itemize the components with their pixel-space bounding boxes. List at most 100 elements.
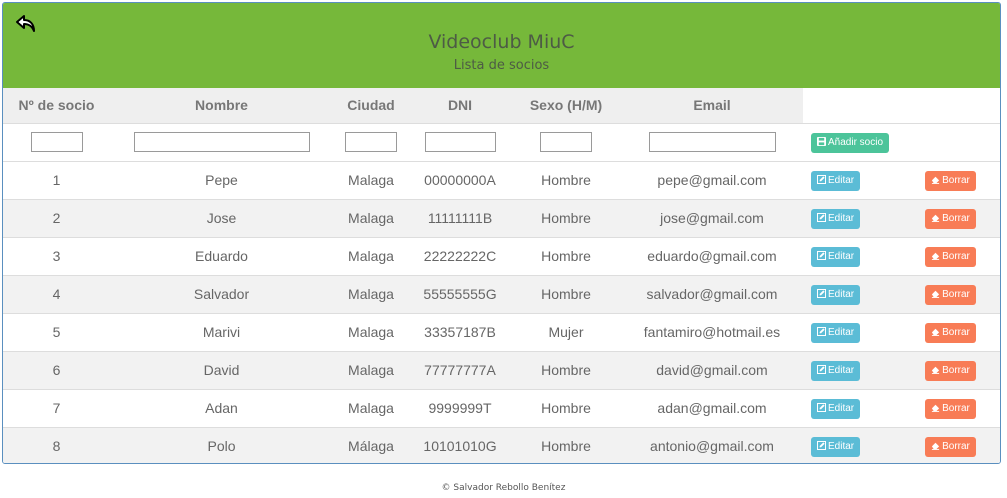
edit-label: Editar	[828, 440, 855, 452]
delete-button[interactable]: Borrar	[925, 246, 976, 267]
edit-label: Editar	[828, 212, 855, 224]
column-header-city: Ciudad	[333, 88, 409, 123]
edit-button[interactable]: Editar	[811, 208, 861, 229]
edit-label: Editar	[828, 250, 855, 262]
edit-label: Editar	[828, 174, 855, 186]
delete-label: Borrar	[942, 326, 970, 338]
cell-city: Malaga	[333, 160, 409, 199]
cell-sex: Hombre	[511, 350, 621, 389]
cell-sex: Hombre	[511, 160, 621, 199]
filter-sex-input[interactable]	[540, 132, 592, 152]
cell-sex: Mujer	[511, 312, 621, 351]
cell-dni: 00000000A	[409, 160, 511, 199]
edit-button[interactable]: Editar	[811, 360, 861, 381]
cell-email: david@gmail.com	[621, 350, 803, 389]
delete-label: Borrar	[942, 288, 970, 300]
cell-dni: 77777777A	[409, 350, 511, 389]
cell-name: Marivi	[110, 312, 333, 351]
cell-id: 5	[3, 312, 110, 351]
filter-row: Añadir socio	[3, 122, 1000, 161]
delete-button[interactable]: Borrar	[925, 170, 976, 191]
delete-button[interactable]: Borrar	[925, 360, 976, 381]
cell-email: jose@gmail.com	[621, 198, 803, 237]
delete-label: Borrar	[942, 402, 970, 414]
cell-name: Jose	[110, 198, 333, 237]
cell-sex: Hombre	[511, 388, 621, 427]
edit-icon	[817, 212, 826, 222]
cell-name: David	[110, 350, 333, 389]
edit-label: Editar	[828, 402, 855, 414]
eraser-icon	[931, 328, 940, 336]
cell-dni: 33357187B	[409, 312, 511, 351]
delete-button[interactable]: Borrar	[925, 398, 976, 419]
edit-button[interactable]: Editar	[811, 170, 861, 191]
cell-id: 4	[3, 274, 110, 313]
table-header-row: Nº de socio Nombre Ciudad DNI Sexo (H/M)…	[3, 88, 1000, 123]
edit-icon	[817, 288, 826, 298]
edit-button[interactable]: Editar	[811, 322, 861, 343]
cell-name: Salvador	[110, 274, 333, 313]
table-row: 3 Eduardo Malaga 22222222C Hombre eduardo@gma…	[3, 236, 1000, 275]
cell-sex: Hombre	[511, 198, 621, 237]
cell-city: Malaga	[333, 388, 409, 427]
column-header-id: Nº de socio	[3, 88, 110, 123]
app-frame: Videoclub MiuC Lista de socios Nº de soc…	[2, 2, 1001, 464]
edit-button[interactable]: Editar	[811, 398, 861, 419]
cell-id: 8	[3, 426, 110, 463]
table-row: 6 David Malaga 77777777A Hombre david@gmail.c…	[3, 350, 1000, 389]
cell-dni: 55555555G	[409, 274, 511, 313]
save-icon	[817, 136, 826, 146]
eraser-icon	[931, 214, 940, 222]
cell-city: Malaga	[333, 312, 409, 351]
edit-icon	[817, 440, 826, 450]
delete-label: Borrar	[942, 250, 970, 262]
add-member-label: Añadir socio	[828, 136, 884, 148]
cell-dni: 22222222C	[409, 236, 511, 275]
cell-id: 6	[3, 350, 110, 389]
cell-id: 3	[3, 236, 110, 275]
header-bar: Videoclub MiuC Lista de socios	[3, 3, 1000, 88]
eraser-icon	[931, 404, 940, 412]
filter-dni-input[interactable]	[424, 132, 496, 152]
edit-button[interactable]: Editar	[811, 284, 861, 305]
page-title: Videoclub MiuC	[428, 31, 575, 53]
cell-city: Malaga	[333, 236, 409, 275]
cell-sex: Hombre	[511, 426, 621, 463]
members-table: Nº de socio Nombre Ciudad DNI Sexo (H/M)…	[3, 88, 1000, 463]
filter-email-input[interactable]	[648, 132, 776, 152]
cell-city: Málaga	[333, 426, 409, 463]
cell-email: antonio@gmail.com	[621, 426, 803, 463]
delete-button[interactable]: Borrar	[925, 322, 976, 343]
cell-dni: 11111111B	[409, 198, 511, 237]
delete-button[interactable]: Borrar	[925, 284, 976, 305]
edit-icon	[817, 402, 826, 412]
filter-city-input[interactable]	[345, 132, 397, 152]
delete-button[interactable]: Borrar	[925, 208, 976, 229]
cell-dni: 10101010G	[409, 426, 511, 463]
table-row: 4 Salvador Malaga 55555555G Hombre salvador@g…	[3, 274, 1000, 313]
column-header-sex: Sexo (H/M)	[511, 88, 621, 123]
column-header-dni: DNI	[409, 88, 511, 123]
edit-label: Editar	[828, 326, 855, 338]
column-header-name: Nombre	[110, 88, 333, 123]
cell-id: 2	[3, 198, 110, 237]
table-row: 2 Jose Malaga 11111111B Hombre jose@gmail.com…	[3, 198, 1000, 237]
delete-label: Borrar	[942, 174, 970, 186]
add-member-button[interactable]: Añadir socio	[811, 132, 890, 153]
cell-email: pepe@gmail.com	[621, 160, 803, 199]
edit-label: Editar	[828, 364, 855, 376]
edit-button[interactable]: Editar	[811, 246, 861, 267]
delete-label: Borrar	[942, 364, 970, 376]
edit-icon	[817, 326, 826, 336]
edit-label: Editar	[828, 288, 855, 300]
edit-icon	[817, 250, 826, 260]
filter-name-input[interactable]	[133, 132, 310, 152]
cell-email: eduardo@gmail.com	[621, 236, 803, 275]
edit-button[interactable]: Editar	[811, 436, 861, 457]
cell-email: fantamiro@hotmail.es	[621, 312, 803, 351]
filter-id-input[interactable]	[30, 132, 83, 152]
eraser-icon	[931, 366, 940, 374]
table-row: 8 Polo Málaga 10101010G Hombre antonio@gmail.…	[3, 426, 1000, 463]
delete-button[interactable]: Borrar	[925, 436, 976, 457]
table-row: 7 Adan Malaga 9999999T Hombre adan@gmail.com E…	[3, 388, 1000, 427]
